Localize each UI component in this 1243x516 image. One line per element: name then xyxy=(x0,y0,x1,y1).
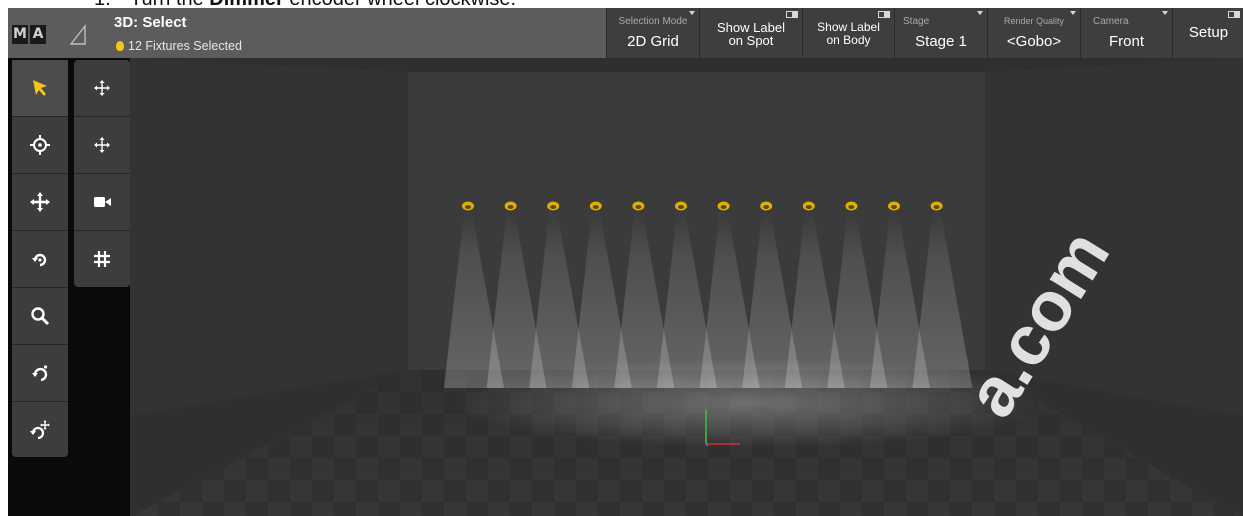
camera-icon xyxy=(94,197,111,207)
toggle-indicator-icon xyxy=(878,11,890,18)
target-tool-button[interactable] xyxy=(12,117,68,174)
window-title: 3D: Select xyxy=(114,14,187,31)
fixture-icon[interactable] xyxy=(632,201,645,211)
move-small-alt-tool-button[interactable] xyxy=(74,117,130,174)
dropdown-indicator-icon xyxy=(977,11,983,15)
instruction-line: 1. Turn the Dimmer encoder wheel clockwi… xyxy=(0,0,1243,8)
zoom-tool-button[interactable] xyxy=(12,288,68,345)
fixture-icon[interactable] xyxy=(760,201,773,211)
tool-column-primary xyxy=(12,60,68,457)
camera-button[interactable]: Camera Front xyxy=(1080,8,1172,58)
grid-tool-button[interactable] xyxy=(74,231,130,287)
target-icon xyxy=(30,135,50,155)
rotate-tool-button[interactable] xyxy=(12,231,68,288)
camera-tool-button[interactable] xyxy=(74,174,130,231)
3d-viewport[interactable]: a.com xyxy=(130,58,1243,516)
fixture-icon[interactable] xyxy=(802,201,815,211)
setup-button[interactable]: Setup xyxy=(1172,8,1243,58)
orbit-icon xyxy=(32,365,48,382)
move-tool-button[interactable] xyxy=(12,174,68,231)
left-wall xyxy=(130,58,408,416)
instruction-number: 1. xyxy=(94,0,111,8)
fixture-icon[interactable] xyxy=(547,201,560,211)
dropdown-indicator-icon xyxy=(689,11,695,15)
ma3d-window: MA 3D: Select 12 Fixtures Selected Selec… xyxy=(8,8,1243,516)
move-icon xyxy=(30,192,50,212)
fixture-icon[interactable] xyxy=(845,201,858,211)
grid-icon xyxy=(94,251,110,267)
fixture-icon[interactable] xyxy=(888,201,900,211)
instruction-text: Turn the Dimmer encoder wheel clockwise. xyxy=(130,0,516,8)
title-bar: MA 3D: Select 12 Fixtures Selected Selec… xyxy=(8,8,1243,58)
fixture-icon[interactable] xyxy=(504,201,517,211)
toggle-indicator-icon xyxy=(786,11,798,18)
rotate-icon xyxy=(32,253,47,267)
selection-status: 12 Fixtures Selected xyxy=(116,39,242,53)
zoom-icon xyxy=(31,307,50,326)
stage-button[interactable]: Stage Stage 1 xyxy=(894,8,987,58)
orbit-tool-button[interactable] xyxy=(12,345,68,402)
bulb-icon xyxy=(116,41,124,51)
fixture-icon[interactable] xyxy=(717,201,730,211)
render-quality-button[interactable]: Render Quality <Gobo> xyxy=(987,8,1080,58)
toggle-indicator-icon xyxy=(1228,11,1240,18)
move-small-tool-button[interactable] xyxy=(74,60,130,117)
fixture-icon[interactable] xyxy=(462,201,474,211)
select-tool-button[interactable] xyxy=(12,60,68,117)
show-label-on-spot-button[interactable]: Show Label on Spot xyxy=(699,8,802,58)
ma-logo[interactable]: MA xyxy=(12,25,46,44)
wedge-icon xyxy=(69,24,86,45)
select-arrow-icon xyxy=(33,80,47,96)
show-label-on-body-button[interactable]: Show Label on Body xyxy=(802,8,894,58)
fixture-icon[interactable] xyxy=(675,201,687,211)
selection-mode-button[interactable]: Selection Mode 2D Grid xyxy=(606,8,699,58)
tool-column-secondary xyxy=(74,60,130,287)
dropdown-indicator-icon xyxy=(1162,11,1168,15)
orbit-move-tool-button[interactable] xyxy=(12,402,68,458)
move-small-icon xyxy=(94,80,110,96)
orbit-move-icon xyxy=(30,420,50,440)
dropdown-indicator-icon xyxy=(1070,11,1076,15)
fixture-icon[interactable] xyxy=(930,201,943,211)
fixture-icon[interactable] xyxy=(589,201,602,211)
move-small-alt-icon xyxy=(94,137,110,153)
